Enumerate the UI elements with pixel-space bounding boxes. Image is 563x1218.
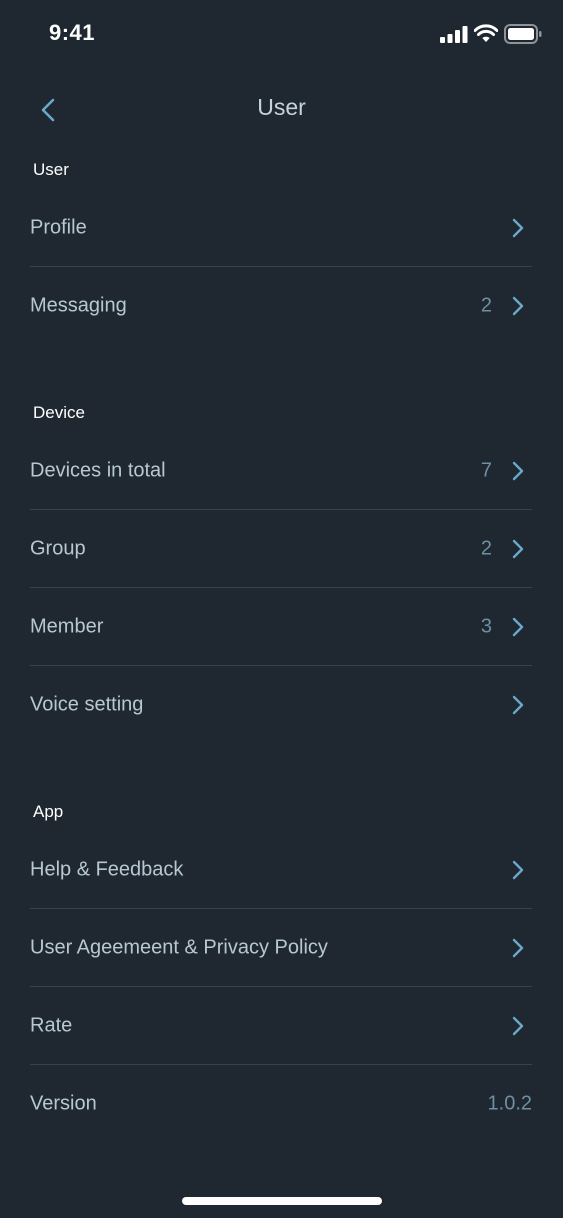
row-user-agreement-privacy[interactable]: User Ageemeent & Privacy Policy [30, 909, 532, 987]
row-count: 2 [480, 537, 492, 560]
row-label: User Ageemeent & Privacy Policy [30, 936, 328, 959]
row-count: 3 [480, 615, 492, 638]
page-title: User [257, 94, 306, 120]
row-label: Group [30, 537, 86, 560]
row-label: Devices in total [30, 459, 166, 482]
chevron-right-icon [512, 695, 524, 715]
battery-icon [504, 24, 542, 44]
home-indicator [182, 1197, 382, 1205]
row-count: 7 [480, 459, 492, 482]
status-bar: 9:41 [0, 0, 563, 70]
row-version: Version 1.0.2 [30, 1065, 532, 1143]
chevron-right-icon [512, 617, 524, 637]
row-group[interactable]: Group 2 [30, 510, 532, 588]
row-voice-setting[interactable]: Voice setting [30, 666, 532, 744]
section-header-user: User [33, 160, 69, 179]
row-messaging[interactable]: Messaging 2 [30, 267, 532, 345]
row-label: Rate [30, 1014, 73, 1037]
section-header-device: Device [33, 403, 85, 422]
signal-icon [440, 26, 468, 43]
chevron-right-icon [512, 296, 524, 316]
row-count: 2 [480, 294, 492, 317]
row-label: Voice setting [30, 693, 144, 716]
chevron-right-icon [512, 539, 524, 559]
chevron-right-icon [512, 860, 524, 880]
nav-bar: User [0, 78, 563, 138]
row-label: Profile [30, 216, 87, 239]
wifi-icon [474, 24, 498, 42]
row-devices-in-total[interactable]: Devices in total 7 [30, 432, 532, 510]
version-number: 1.0.2 [487, 1092, 532, 1115]
status-time: 9:41 [49, 20, 96, 45]
chevron-right-icon [512, 461, 524, 481]
chevron-right-icon [512, 1016, 524, 1036]
user-settings-screen: 9:41 User User Profile Messaging 2 Devic… [0, 0, 563, 1218]
chevron-right-icon [512, 938, 524, 958]
row-label: Messaging [30, 294, 127, 317]
row-profile[interactable]: Profile [30, 189, 532, 267]
row-rate[interactable]: Rate [30, 987, 532, 1065]
row-help-feedback[interactable]: Help & Feedback [30, 831, 532, 909]
row-label: Help & Feedback [30, 858, 184, 881]
row-label: Version [30, 1092, 97, 1115]
row-member[interactable]: Member 3 [30, 588, 532, 666]
section-header-app: App [33, 802, 64, 821]
row-label: Member [30, 615, 104, 638]
chevron-right-icon [512, 218, 524, 238]
